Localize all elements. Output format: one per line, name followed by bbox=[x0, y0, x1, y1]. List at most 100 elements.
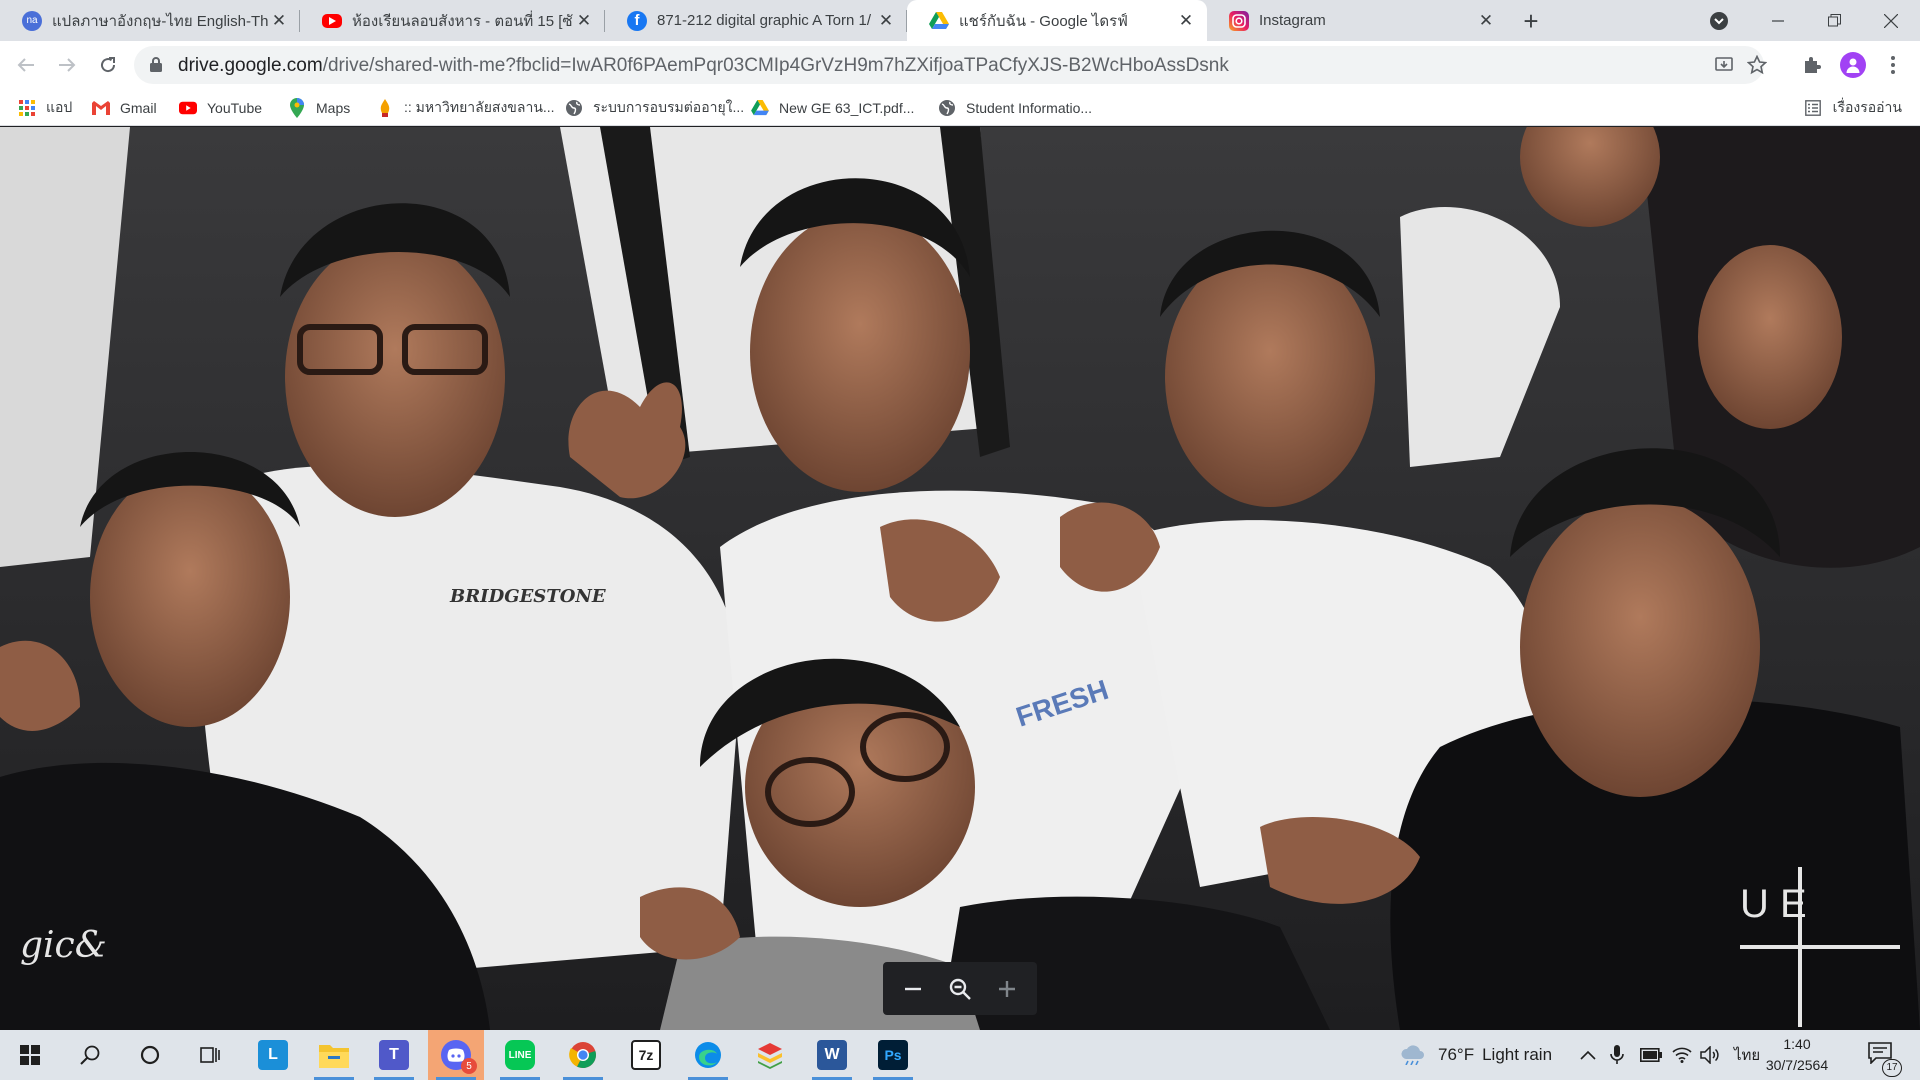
bookmarks-bar: แอป Gmail YouTube Maps :: มหาวิทยาลัยสงข… bbox=[0, 89, 1920, 126]
bookmark-student-info[interactable]: Student Informatio... bbox=[938, 97, 1092, 119]
reload-icon bbox=[101, 57, 116, 73]
bookmark-ge-pdf[interactable]: New GE 63_ICT.pdf... bbox=[751, 97, 914, 119]
task-view-button[interactable] bbox=[182, 1030, 238, 1080]
reload-button[interactable] bbox=[92, 49, 124, 81]
close-icon[interactable]: ✕ bbox=[573, 10, 595, 32]
taskbar-app-bluestacks[interactable] bbox=[742, 1030, 798, 1080]
arrow-right-icon bbox=[59, 58, 76, 72]
youtube-icon bbox=[179, 99, 197, 117]
close-icon[interactable]: ✕ bbox=[1175, 10, 1197, 32]
close-icon[interactable]: ✕ bbox=[268, 10, 290, 32]
wifi-tray-icon[interactable] bbox=[1672, 1030, 1692, 1080]
bookmark-university[interactable]: :: มหาวิทยาลัยสงขลาน... bbox=[376, 97, 555, 119]
close-icon[interactable]: ✕ bbox=[1475, 10, 1497, 32]
folder-icon bbox=[319, 1045, 349, 1068]
bookmark-label: YouTube bbox=[207, 100, 263, 116]
tab-google-drive[interactable]: แชร์กับฉัน - Google ไดรฟ์ ✕ bbox=[907, 0, 1207, 41]
image-viewer: BRIDGESTONE FRESH gic& U E bbox=[0, 127, 1920, 1030]
zoom-fit-button[interactable] bbox=[940, 969, 980, 1009]
globe-icon bbox=[565, 99, 583, 117]
tab-search-button[interactable] bbox=[1706, 8, 1732, 34]
taskbar-app-chrome[interactable] bbox=[555, 1030, 611, 1080]
zoom-controls bbox=[883, 962, 1037, 1015]
university-icon bbox=[376, 99, 394, 117]
bookmark-label: Maps bbox=[316, 100, 351, 116]
close-window-button[interactable] bbox=[1862, 0, 1920, 41]
url-text[interactable]: drive.google.com/drive/shared-with-me?fb… bbox=[178, 55, 1229, 77]
system-clock[interactable]: 1:40 30/7/2564 bbox=[1755, 1034, 1839, 1076]
svg-text:gic&: gic& bbox=[20, 925, 107, 966]
notification-count-badge: 17 bbox=[1882, 1058, 1902, 1077]
bookmark-gmail[interactable]: Gmail bbox=[92, 97, 157, 119]
bookmark-training[interactable]: ระบบการอบรมต่ออายุใ... bbox=[565, 97, 744, 119]
bookmark-apps[interactable]: แอป bbox=[18, 97, 72, 119]
globe-icon bbox=[938, 99, 956, 117]
battery-tray-icon[interactable] bbox=[1640, 1030, 1662, 1080]
rain-cloud-icon bbox=[1401, 1045, 1424, 1065]
taskbar-app-teams[interactable]: T bbox=[366, 1030, 422, 1080]
wifi-icon bbox=[1672, 1047, 1692, 1063]
bookmark-maps[interactable]: Maps bbox=[288, 97, 350, 119]
profile-avatar[interactable] bbox=[1838, 50, 1868, 80]
new-tab-button[interactable]: + bbox=[1516, 6, 1546, 36]
back-button[interactable] bbox=[10, 49, 42, 81]
bookmark-label: Gmail bbox=[120, 100, 157, 116]
install-app-icon[interactable] bbox=[1712, 53, 1736, 77]
chevron-up-icon bbox=[1580, 1050, 1596, 1060]
cortana-button[interactable] bbox=[122, 1030, 178, 1080]
tab-title: 871-212 digital graphic A Torn 1/ bbox=[657, 12, 872, 29]
taskbar-app-7zip[interactable]: 7z bbox=[618, 1030, 674, 1080]
tab-translate[interactable]: na แปลภาษาอังกฤษ-ไทย English-Thai T ✕ bbox=[0, 0, 300, 41]
microphone-tray-icon[interactable] bbox=[1610, 1030, 1624, 1080]
address-bar[interactable]: drive.google.com/drive/shared-with-me?fb… bbox=[134, 46, 1767, 84]
bookmark-star-icon[interactable] bbox=[1745, 53, 1769, 77]
taskbar-search-button[interactable] bbox=[62, 1030, 118, 1080]
tab-instagram[interactable]: Instagram ✕ bbox=[1207, 0, 1507, 41]
edge-icon bbox=[695, 1042, 721, 1068]
zoom-in-button[interactable] bbox=[987, 969, 1027, 1009]
notification-center-button[interactable]: 17 bbox=[1868, 1030, 1902, 1080]
clock-date: 30/7/2564 bbox=[1765, 1057, 1829, 1073]
reading-list-button[interactable]: เรื่องรออ่าน bbox=[1804, 97, 1902, 119]
close-icon[interactable]: ✕ bbox=[875, 10, 897, 32]
line-icon: LINE bbox=[505, 1040, 535, 1070]
forward-button[interactable] bbox=[51, 49, 83, 81]
weather-widget[interactable]: 76°F Light rain bbox=[1400, 1030, 1552, 1080]
taskbar-app-line[interactable]: LINE bbox=[492, 1030, 548, 1080]
minus-icon bbox=[904, 987, 921, 990]
restore-button[interactable] bbox=[1805, 0, 1863, 41]
tab-youtube[interactable]: ห้องเรียนลอบสังหาร - ตอนที่ 15 [ซับไท ✕ bbox=[300, 0, 605, 41]
minimize-button[interactable] bbox=[1749, 0, 1807, 41]
person-icon bbox=[1846, 58, 1860, 73]
taskbar-app-file-explorer[interactable] bbox=[306, 1030, 362, 1080]
zoom-out-button[interactable] bbox=[893, 969, 933, 1009]
lock-icon[interactable] bbox=[150, 57, 162, 72]
microphone-icon bbox=[1610, 1045, 1624, 1064]
taskbar-app-discord[interactable]: 5 bbox=[428, 1030, 484, 1080]
facebook-favicon: f bbox=[627, 10, 647, 31]
avatar bbox=[1840, 52, 1866, 78]
taskbar-app-edge[interactable] bbox=[680, 1030, 736, 1080]
taskbar-app-word[interactable]: W bbox=[804, 1030, 860, 1080]
bookmark-youtube[interactable]: YouTube bbox=[179, 97, 262, 119]
svg-text:BRIDGESTONE: BRIDGESTONE bbox=[449, 586, 606, 607]
bookmark-label: ระบบการอบรมต่ออายุใ... bbox=[593, 99, 745, 115]
tab-facebook[interactable]: f 871-212 digital graphic A Torn 1/ ✕ bbox=[605, 0, 907, 41]
taskbar-app-photoshop[interactable]: Ps bbox=[865, 1030, 921, 1080]
bluestacks-icon bbox=[758, 1043, 782, 1069]
task-view-icon bbox=[200, 1047, 220, 1063]
chrome-menu-button[interactable] bbox=[1878, 50, 1908, 80]
maps-pin-icon bbox=[288, 98, 306, 118]
start-button[interactable] bbox=[2, 1030, 58, 1080]
tab-title: แชร์กับฉัน - Google ไดรฟ์ bbox=[959, 12, 1128, 30]
tab-title: ห้องเรียนลอบสังหาร - ตอนที่ 15 [ซับไท bbox=[352, 12, 573, 30]
tray-overflow-chevron[interactable] bbox=[1580, 1030, 1596, 1080]
restore-icon bbox=[1827, 14, 1841, 27]
photoshop-icon: Ps bbox=[878, 1040, 908, 1070]
translate-favicon: na bbox=[22, 10, 42, 31]
extensions-puzzle-icon[interactable] bbox=[1797, 50, 1827, 80]
taskbar-app-lumin[interactable]: L bbox=[245, 1030, 301, 1080]
tab-title: แปลภาษาอังกฤษ-ไทย English-Thai T bbox=[52, 12, 268, 30]
volume-tray-icon[interactable] bbox=[1700, 1030, 1720, 1080]
chrome-icon bbox=[569, 1042, 596, 1069]
